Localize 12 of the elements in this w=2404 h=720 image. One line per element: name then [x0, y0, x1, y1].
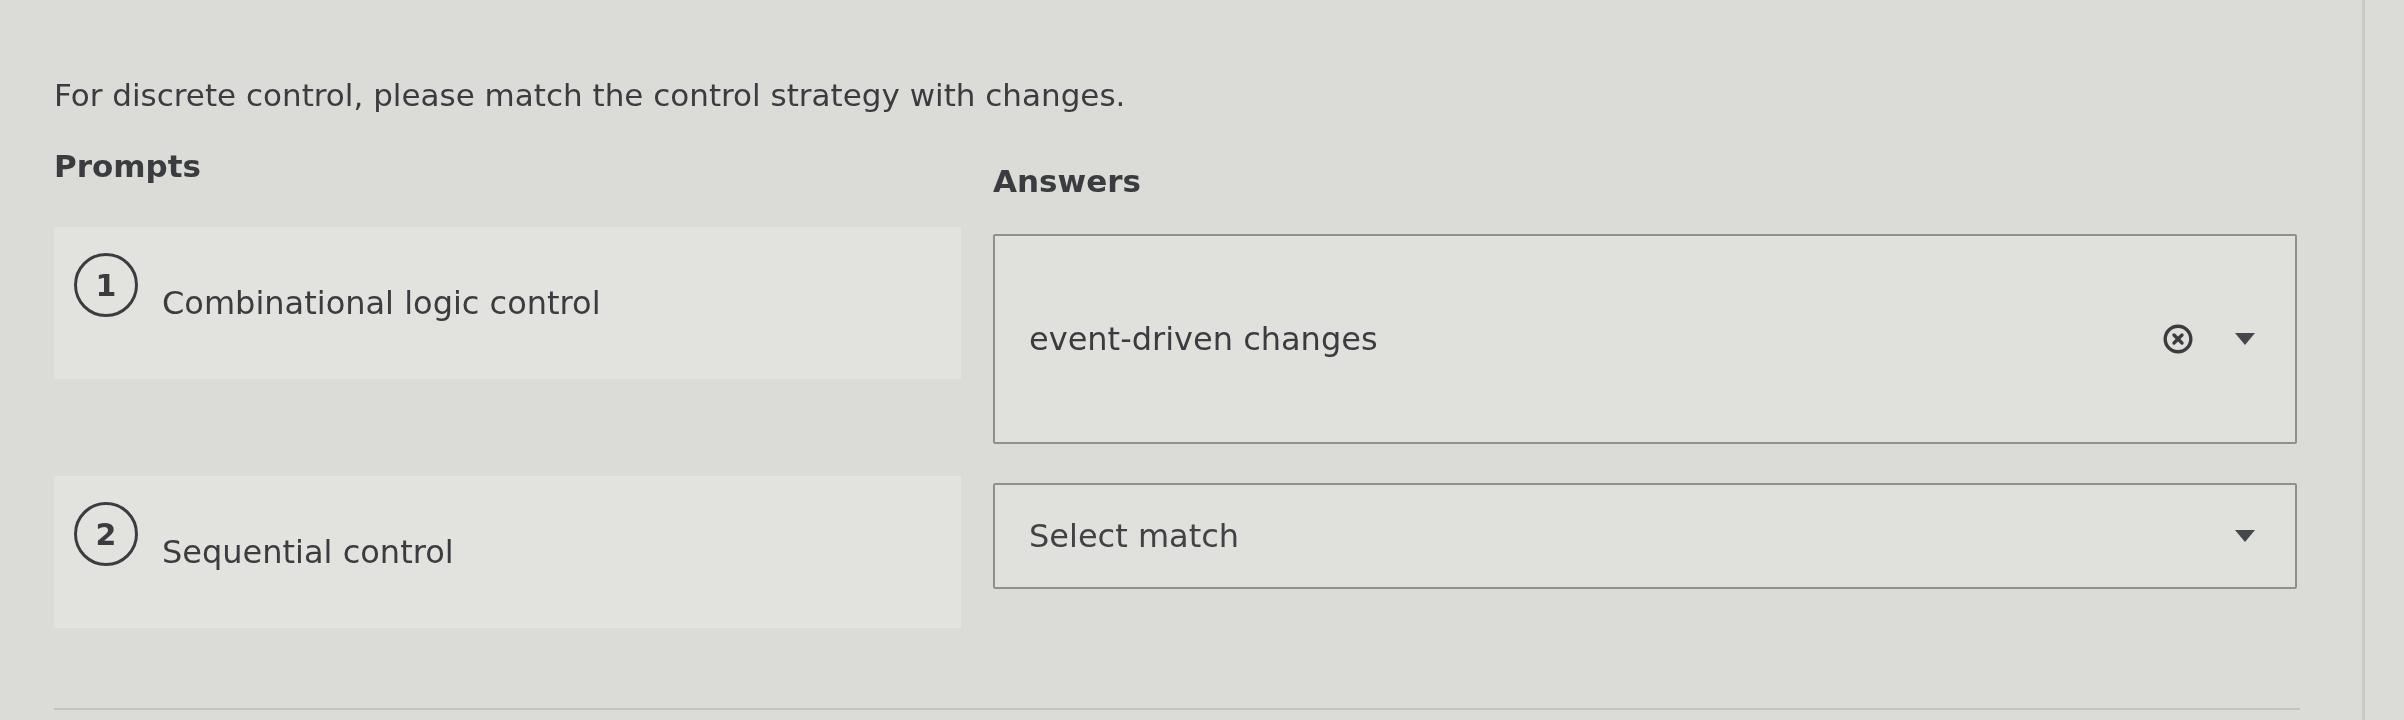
- number-badge: 2: [74, 502, 138, 566]
- question-text: For discrete control, please match the control strategy with changes.: [54, 76, 1126, 115]
- match-dropdown[interactable]: Select match: [993, 483, 2297, 589]
- caret-icon: [2235, 333, 2255, 345]
- prompt-text: Combinational logic control: [162, 283, 601, 323]
- caret-icon: [2235, 530, 2255, 542]
- clear-icon[interactable]: [2163, 324, 2193, 354]
- number-badge: 1: [74, 253, 138, 317]
- prompt-text: Sequential control: [162, 532, 454, 572]
- prompts-heading: Prompts: [54, 147, 202, 186]
- match-dropdown[interactable]: event-driven changes: [993, 234, 2297, 444]
- answers-heading: Answers: [993, 162, 1141, 201]
